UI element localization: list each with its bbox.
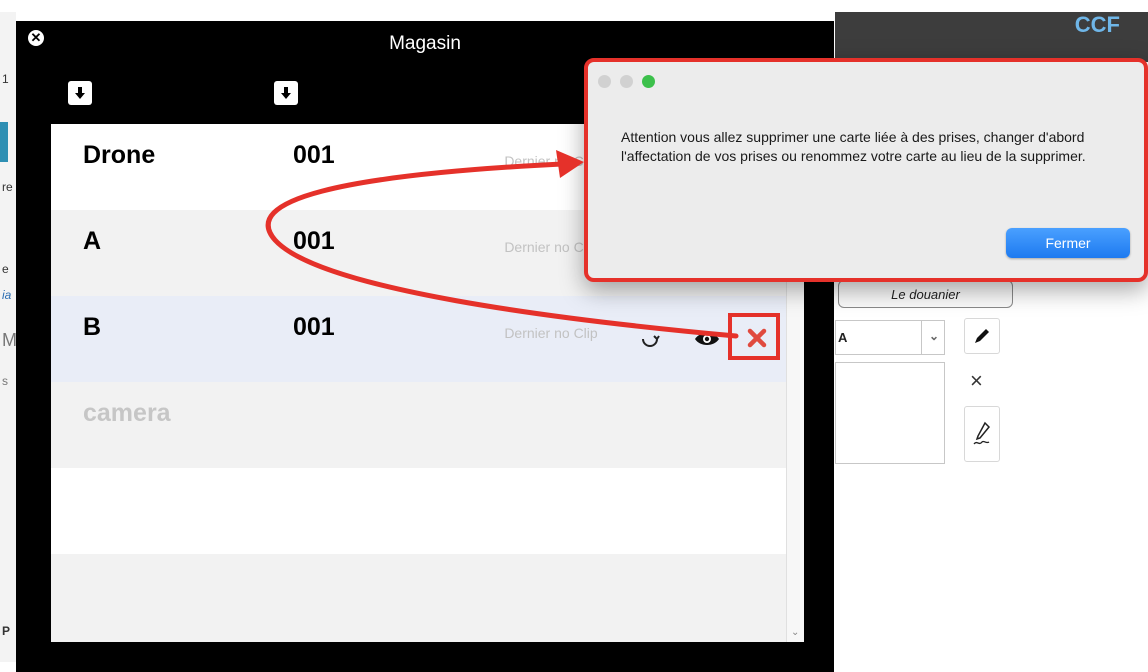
app-left-panel: 1 re e ia M s P [0,12,17,662]
pencil-icon [975,329,989,343]
card-name: A [83,227,102,255]
window-close-light[interactable] [598,75,611,88]
left-accent-bar [0,122,8,162]
sort-number-button[interactable] [274,81,298,105]
app-top-strip [0,0,1148,10]
eye-icon[interactable] [693,326,721,352]
arrow-down-icon [281,87,291,99]
list-item-empty [51,468,786,554]
window-zoom-light[interactable] [642,75,655,88]
delete-highlight-box [728,313,780,360]
alert-dialog: Attention vous allez supprimer une carte… [584,58,1148,282]
window-minimize-light[interactable] [620,75,633,88]
left-fragment: P [2,624,11,638]
card-number: 001 [293,141,335,169]
left-fragment: M [2,330,17,350]
left-fragment: re [2,180,13,194]
refresh-icon[interactable] [637,326,663,352]
sort-name-button[interactable] [68,81,92,105]
douanier-button[interactable]: Le douanier [838,280,1013,308]
list-item[interactable]: camera [51,382,786,468]
list-item-empty [51,554,786,642]
close-dialog-button[interactable]: Fermer [1006,228,1130,258]
chevron-down-icon: ⌄ [929,329,940,343]
card-name: Drone [83,141,156,169]
card-select-value: A [838,330,848,345]
card-name: camera [83,399,171,427]
left-fragment: ia [2,288,12,302]
close-icon[interactable]: × [970,368,983,394]
notes-textarea[interactable] [835,362,945,464]
left-fragment: s [2,374,8,388]
signature-pen-icon [973,421,991,445]
edit-button[interactable] [964,318,1000,354]
alert-message: Attention vous allez supprimer une carte… [621,129,1086,164]
select-divider [921,321,922,354]
card-number: 001 [293,313,335,341]
card-name: B [83,313,102,341]
card-number: 001 [293,227,335,255]
chevron-down-icon[interactable]: ⌄ [791,627,799,638]
list-item[interactable]: B 001 Dernier no Clip [51,296,786,382]
signature-button[interactable] [964,406,1000,462]
arrow-down-icon [75,87,85,99]
app-brand-logo: CCF [1074,12,1120,37]
magasin-title: Magasin [389,33,461,54]
card-select[interactable]: A ⌄ [835,320,945,355]
left-fragment: e [2,262,9,276]
last-clip-label: Dernier no Clip [504,325,598,341]
left-fragment: 1 [2,72,9,86]
